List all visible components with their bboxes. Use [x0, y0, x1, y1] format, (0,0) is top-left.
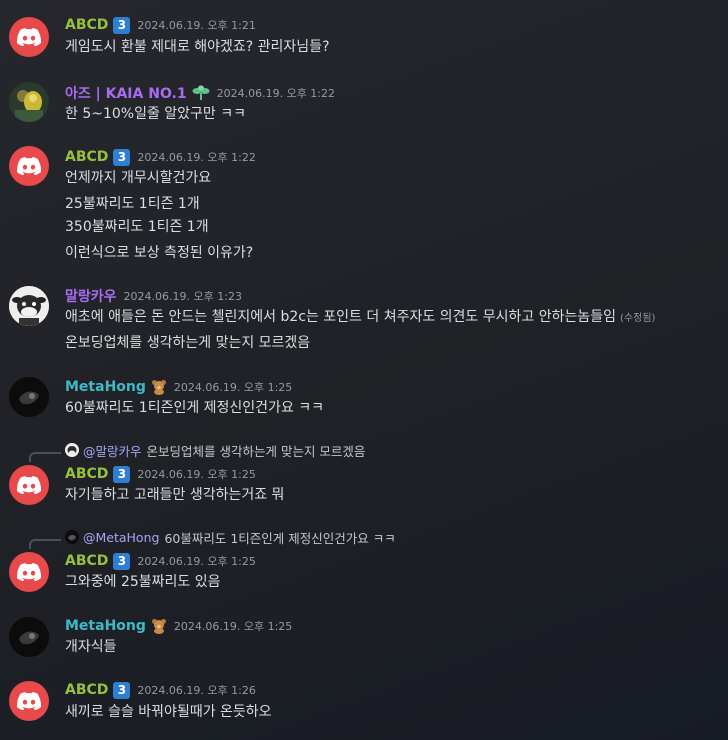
author-name[interactable]: ABCD [65, 682, 108, 698]
author-name[interactable]: ABCD [65, 17, 108, 33]
reply-spine-icon [29, 452, 61, 462]
discord-logo-icon [17, 28, 41, 46]
character-avatar-icon [9, 82, 49, 122]
edited-label: (수정됨) [620, 313, 656, 324]
reply-text: 60불짜리도 1티즌인게 제정신인건가요 ㅋㅋ [164, 530, 396, 546]
message-text: 이런식으로 보상 측정된 이유가? [65, 245, 254, 261]
message-text: 개자식들 [65, 639, 117, 655]
reply-mention[interactable]: @MetaHong [83, 530, 159, 545]
message-text: 350불짜리도 1티즌 1개 [65, 219, 209, 235]
timestamp: 2024.06.19. 오후 1:26 [137, 684, 256, 697]
timestamp: 2024.06.19. 오후 1:25 [137, 468, 256, 481]
reply-avatar [65, 530, 79, 544]
timestamp: 2024.06.19. 오후 1:25 [173, 620, 293, 633]
timestamp: 2024.06.19. 오후 1:22 [216, 87, 336, 100]
timestamp: 2024.06.19. 오후 1:22 [137, 151, 256, 164]
message-text: 자기들하고 고래들만 생각하는거죠 뭐 [65, 487, 285, 503]
number-3-badge-icon: 3 [113, 16, 131, 34]
number-3-badge-icon: 3 [113, 681, 131, 699]
timestamp: 2024.06.19. 오후 1:25 [137, 555, 256, 568]
timestamp: 2024.06.19. 오후 1:25 [173, 381, 293, 394]
timestamp: 2024.06.19. 오후 1:21 [137, 19, 256, 32]
number-3-badge-icon: 3 [113, 465, 131, 483]
timestamp: 2024.06.19. 오후 1:23 [123, 290, 242, 303]
author-name[interactable]: MetaHong [65, 379, 146, 395]
avatar[interactable] [9, 82, 49, 122]
author-name[interactable]: ABCD [65, 466, 108, 482]
reply-text: 온보딩업체를 생각하는게 맞는지 모르겠음 [146, 443, 366, 459]
author-name[interactable]: ABCD [65, 553, 108, 569]
author-name[interactable]: 말랑카우 [65, 286, 117, 306]
metahong-avatar-icon [9, 377, 49, 417]
message-text: 애초에 애들은 돈 안드는 첼린지에서 b2c는 포인트 더 쳐주자도 의견도 … [65, 309, 656, 325]
avatar[interactable] [9, 17, 49, 57]
reply-mention[interactable]: @말랑카우 [83, 441, 142, 460]
cow-avatar-icon [9, 286, 49, 326]
message-text: 온보딩업체를 생각하는게 맞는지 모르겠음 [65, 335, 311, 351]
message-text: 언제까지 개무시할건가요 [65, 170, 212, 186]
author-name[interactable]: MetaHong [65, 618, 146, 634]
message-text: 한 5~10%일줄 알았구만 ㅋㅋ [65, 106, 247, 122]
avatar[interactable] [9, 552, 49, 592]
author-name[interactable]: 아즈 | KAIA NO.1 [65, 83, 187, 103]
author-name[interactable]: ABCD [65, 149, 108, 165]
teddy-bear-icon [151, 618, 167, 634]
message-text: 새끼로 슬슬 바꿔야될때가 온듯하오 [65, 704, 272, 720]
reply-preview[interactable]: @말랑카우 온보딩업체를 생각하는게 맞는지 모르겠음 [65, 441, 365, 459]
metahong-avatar-icon [9, 617, 49, 657]
avatar[interactable] [9, 146, 49, 186]
teddy-bear-icon [151, 379, 167, 395]
avatar[interactable] [9, 286, 49, 326]
avatar[interactable] [9, 681, 49, 721]
number-3-badge-icon: 3 [113, 148, 131, 166]
discord-logo-icon [17, 476, 41, 494]
avatar[interactable] [9, 465, 49, 505]
reply-spine-icon [29, 539, 61, 549]
green-sprout-icon [192, 85, 210, 101]
message-text: 25불짜리도 1티즌 1개 [65, 196, 200, 212]
avatar[interactable] [9, 377, 49, 417]
reply-preview[interactable]: @MetaHong 60불짜리도 1티즌인게 제정신인건가요 ㅋㅋ [65, 528, 396, 546]
message-text: 60불짜리도 1티즌인게 제정신인건가요 ㅋㅋ [65, 400, 325, 416]
message-text: 게임도시 환불 제대로 해야겠죠? 관리자님들? [65, 39, 330, 55]
number-3-badge-icon: 3 [113, 552, 131, 570]
discord-logo-icon [17, 157, 41, 175]
message-text: 그와중에 25불짜리도 있음 [65, 574, 221, 590]
reply-avatar [65, 443, 79, 457]
discord-logo-icon [17, 692, 41, 710]
avatar[interactable] [9, 617, 49, 657]
discord-logo-icon [17, 563, 41, 581]
